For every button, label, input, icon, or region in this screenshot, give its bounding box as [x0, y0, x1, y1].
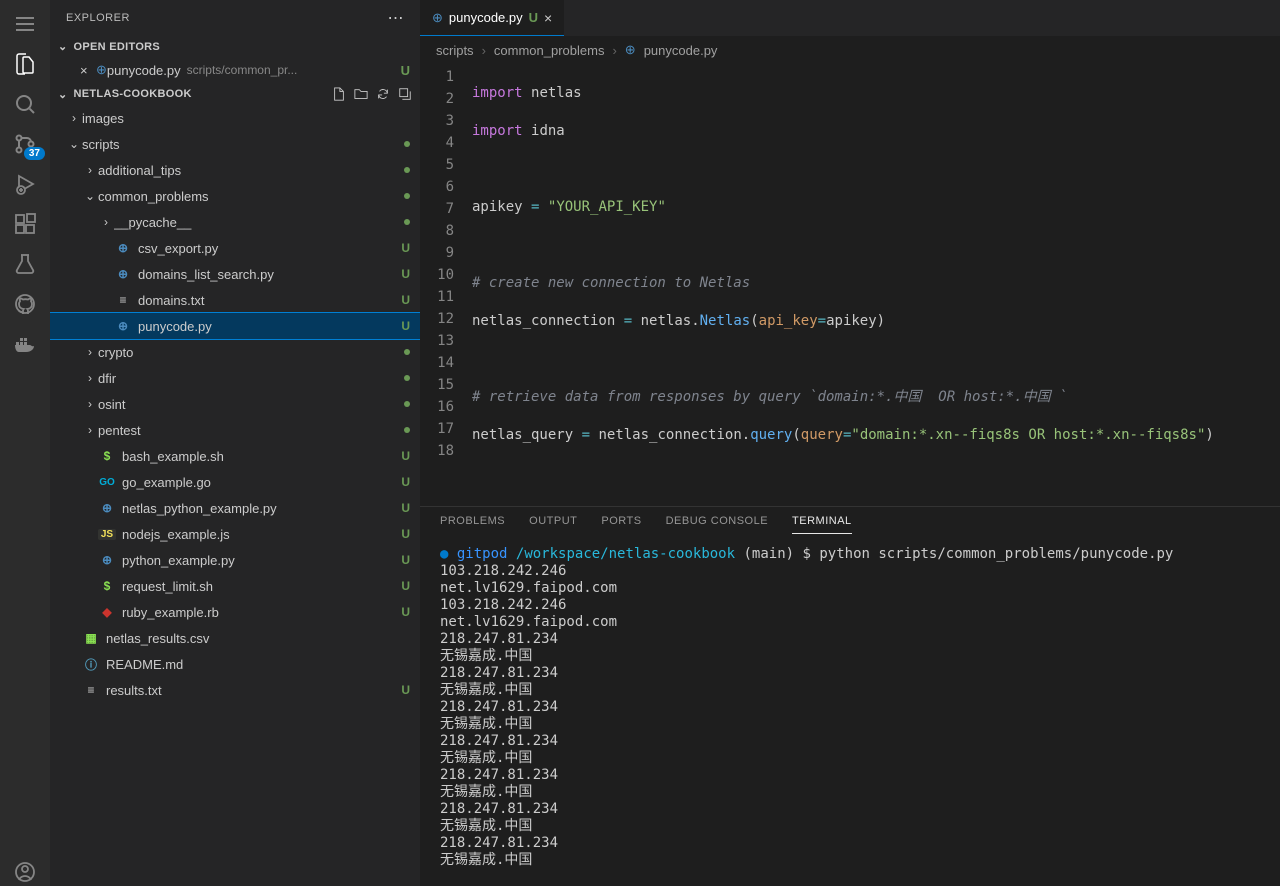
chevron-down-icon: ⌄: [58, 88, 68, 101]
docker-icon[interactable]: [11, 330, 39, 358]
folder-crypto[interactable]: ›crypto: [50, 339, 420, 365]
explorer-icon[interactable]: [11, 50, 39, 78]
tab-problems[interactable]: PROBLEMS: [440, 515, 505, 534]
open-editors-section[interactable]: ⌄ OPEN EDITORS: [50, 36, 420, 57]
file-domains-list[interactable]: ⊕domains_list_search.pyU: [50, 261, 420, 287]
file-bash-example[interactable]: $bash_example.shU: [50, 443, 420, 469]
scm-badge: 37: [24, 147, 45, 160]
ruby-icon: ◆: [98, 605, 116, 619]
tab-terminal[interactable]: TERMINAL: [792, 515, 852, 534]
search-icon[interactable]: [11, 90, 39, 118]
main-area: ⊕ punycode.py U × scripts› common_proble…: [420, 0, 1280, 886]
csv-icon: ▦: [82, 631, 100, 645]
python-icon: ⊕: [98, 501, 116, 515]
python-icon: ⊕: [114, 267, 132, 281]
modified-dot: [404, 141, 410, 147]
info-icon: ⓘ: [82, 656, 100, 673]
testing-icon[interactable]: [11, 250, 39, 278]
go-icon: GO: [98, 477, 116, 488]
shell-icon: $: [98, 449, 116, 463]
code-content[interactable]: import netlas import idna apikey = "YOUR…: [472, 64, 1280, 506]
folder-images[interactable]: ›images: [50, 105, 420, 131]
tab-output[interactable]: OUTPUT: [529, 515, 577, 534]
sidebar-title: EXPLORER: [66, 12, 130, 24]
more-icon[interactable]: ⋯: [388, 8, 405, 28]
tab-punycode[interactable]: ⊕ punycode.py U ×: [420, 0, 564, 36]
folder-scripts[interactable]: ⌄scripts: [50, 131, 420, 157]
file-python-ex[interactable]: ⊕python_example.pyU: [50, 547, 420, 573]
text-icon: ≡: [114, 293, 132, 307]
python-icon: ⊕: [432, 10, 443, 26]
sidebar-header: EXPLORER ⋯: [50, 0, 420, 36]
terminal[interactable]: ● gitpod /workspace/netlas-cookbook (mai…: [420, 542, 1280, 886]
python-icon: ⊕: [98, 553, 116, 567]
file-domains-txt[interactable]: ≡domains.txtU: [50, 287, 420, 313]
file-nodejs[interactable]: JSnodejs_example.jsU: [50, 521, 420, 547]
file-punycode[interactable]: ⊕punycode.pyU: [50, 313, 420, 339]
file-results[interactable]: ≡results.txtU: [50, 677, 420, 703]
code-editor[interactable]: 123456789101112131415161718 import netla…: [420, 64, 1280, 506]
collapse-icon[interactable]: [398, 87, 412, 101]
file-netlas-csv[interactable]: ▦netlas_results.csv: [50, 625, 420, 651]
panel-tabs: PROBLEMS OUTPUT PORTS DEBUG CONSOLE TERM…: [420, 507, 1280, 542]
file-request-limit[interactable]: $request_limit.shU: [50, 573, 420, 599]
folder-dfir[interactable]: ›dfir: [50, 365, 420, 391]
python-icon: ⊕: [96, 62, 107, 78]
file-tree: ›images ⌄scripts ›additional_tips ⌄commo…: [50, 105, 420, 886]
file-netlas-py[interactable]: ⊕netlas_python_example.pyU: [50, 495, 420, 521]
source-control-icon[interactable]: 37: [11, 130, 39, 158]
project-actions: [332, 87, 412, 101]
tab-debug-console[interactable]: DEBUG CONSOLE: [666, 515, 768, 534]
folder-osint[interactable]: ›osint: [50, 391, 420, 417]
chevron-down-icon: ⌄: [58, 40, 68, 53]
bottom-panel: PROBLEMS OUTPUT PORTS DEBUG CONSOLE TERM…: [420, 506, 1280, 886]
editor-tabs: ⊕ punycode.py U ×: [420, 0, 1280, 36]
menu-icon[interactable]: [11, 10, 39, 38]
shell-icon: $: [98, 579, 116, 593]
python-icon: ⊕: [114, 319, 132, 333]
file-ruby-ex[interactable]: ◆ruby_example.rbU: [50, 599, 420, 625]
extensions-icon[interactable]: [11, 210, 39, 238]
close-icon[interactable]: ×: [544, 10, 552, 26]
file-csv-export[interactable]: ⊕csv_export.pyU: [50, 235, 420, 261]
file-readme[interactable]: ⓘREADME.md: [50, 651, 420, 677]
folder-pentest[interactable]: ›pentest: [50, 417, 420, 443]
close-icon[interactable]: ×: [80, 63, 96, 78]
tab-ports[interactable]: PORTS: [601, 515, 641, 534]
open-editor-item[interactable]: × ⊕ punycode.py scripts/common_pr... U: [50, 57, 420, 83]
run-debug-icon[interactable]: [11, 170, 39, 198]
folder-common-problems[interactable]: ⌄common_problems: [50, 183, 420, 209]
activity-bar: 37: [0, 0, 50, 886]
js-icon: JS: [98, 529, 116, 540]
folder-pycache[interactable]: ›__pycache__: [50, 209, 420, 235]
folder-additional-tips[interactable]: ›additional_tips: [50, 157, 420, 183]
breadcrumb[interactable]: scripts› common_problems› ⊕ punycode.py: [420, 36, 1280, 64]
github-icon[interactable]: [11, 290, 39, 318]
file-go-example[interactable]: GOgo_example.goU: [50, 469, 420, 495]
new-folder-icon[interactable]: [354, 87, 368, 101]
text-icon: ≡: [82, 683, 100, 697]
sidebar: EXPLORER ⋯ ⌄ OPEN EDITORS × ⊕ punycode.p…: [50, 0, 420, 886]
line-numbers: 123456789101112131415161718: [420, 64, 472, 506]
accounts-icon[interactable]: [11, 858, 39, 886]
python-icon: ⊕: [114, 241, 132, 255]
python-icon: ⊕: [625, 42, 636, 58]
refresh-icon[interactable]: [376, 87, 390, 101]
new-file-icon[interactable]: [332, 87, 346, 101]
project-section[interactable]: ⌄ NETLAS-COOKBOOK: [50, 83, 420, 105]
